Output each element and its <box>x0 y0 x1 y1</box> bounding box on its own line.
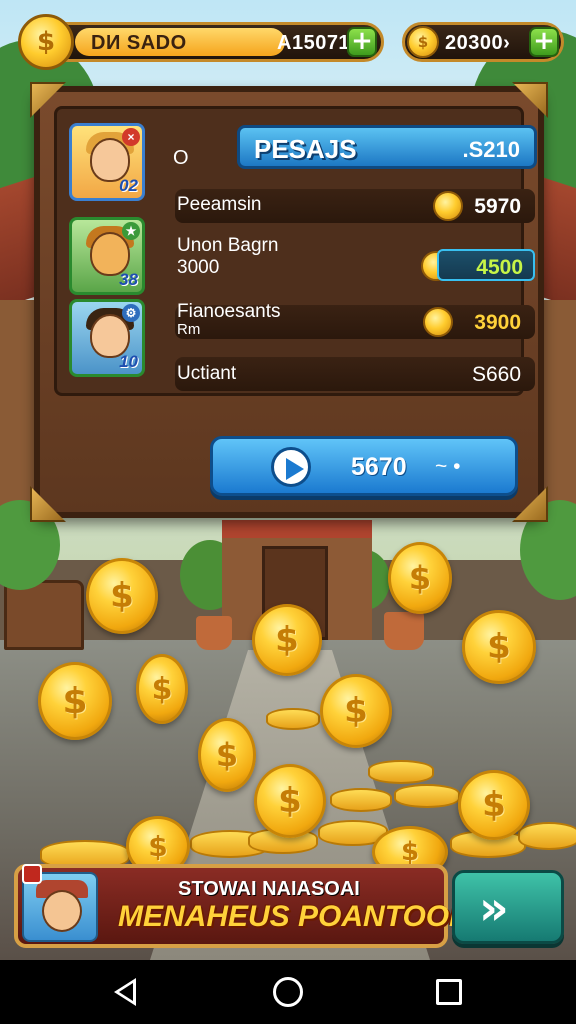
secondary-balance-pill: $ 20300› + <box>402 22 564 62</box>
close-icon: × <box>122 128 140 146</box>
player-score: 5970 <box>474 195 521 218</box>
player-name: Peeamsin <box>177 194 262 215</box>
add-gold-button[interactable]: + <box>347 27 377 57</box>
nav-home-icon[interactable] <box>273 977 303 1007</box>
gear-icon: ⚙ <box>122 304 140 322</box>
falling-coin: $ <box>458 770 530 840</box>
coin-stack <box>368 760 434 784</box>
footer-label: Uctiant <box>177 363 237 384</box>
falling-coin: $ <box>198 718 256 792</box>
footer-row: Uctiant S660 <box>175 357 535 391</box>
footer-value: S660 <box>471 363 521 386</box>
play-icon <box>271 447 311 487</box>
panel-corner <box>30 486 66 522</box>
promo-banner[interactable]: STOWAI NAIASOAI MENAHEUS POANTOOIA!! <box>14 864 499 948</box>
panel-header-tab[interactable]: PESAJS .S210 <box>237 125 537 169</box>
player-row[interactable]: Fianoesants Rm 3900 <box>175 301 535 339</box>
panel-header-value: .S210 <box>462 137 521 162</box>
plus-icon: + <box>351 26 373 56</box>
coin-stack <box>266 708 320 730</box>
nav-recents-icon[interactable] <box>436 979 462 1005</box>
play-button-suffix: ~ • <box>435 455 461 478</box>
banner-subtitle: STOWAI NAIASOAI <box>178 878 360 900</box>
double-chevron-icon: » <box>479 881 508 935</box>
coin-icon <box>433 191 463 221</box>
treasure-chest <box>4 580 84 650</box>
coin-stack <box>330 788 392 812</box>
nav-back-icon[interactable] <box>114 978 136 1006</box>
coin-icon <box>423 307 453 337</box>
player-score: 3900 <box>474 311 521 334</box>
avatar-face <box>42 890 82 932</box>
coin-stack <box>394 784 460 808</box>
avatar-level: 10 <box>119 352 138 371</box>
player-score: 4500 <box>476 256 523 279</box>
falling-coin: $ <box>320 674 392 748</box>
play-button-value: 5670 <box>351 453 407 481</box>
falling-coin: $ <box>462 610 536 684</box>
panel-title: PESAJS <box>254 134 357 164</box>
coin-stack <box>518 822 576 850</box>
avatar-level: 38 <box>119 270 138 289</box>
panel-corner <box>512 486 548 522</box>
header-marker: O <box>173 147 189 169</box>
flower-pot-left <box>196 616 232 650</box>
player-subtext: 3000 <box>177 257 220 278</box>
gold-balance-value: A15071 <box>277 32 351 54</box>
add-secondary-button[interactable]: + <box>529 27 559 57</box>
avatar-level: 02 <box>119 176 138 195</box>
leaderboard-panel: O PESAJS .S210 × 02 Peeamsin 5970 ★ 38 U… <box>30 82 548 522</box>
secondary-balance-value: 20300› <box>445 32 511 54</box>
player-avatar[interactable]: × 02 <box>69 123 145 201</box>
falling-coin: $ <box>86 558 158 634</box>
player-row[interactable]: Peeamsin 5970 <box>175 189 535 223</box>
player-name: Unon Bagrn <box>177 235 279 256</box>
falling-coin: $ <box>254 764 326 838</box>
player-avatar[interactable]: ★ 38 <box>69 217 145 295</box>
notification-badge-icon <box>22 864 42 884</box>
falling-coin: $ <box>252 604 322 676</box>
play-button[interactable]: 5670 ~ • <box>210 436 518 496</box>
gold-label: DИ SADO <box>91 32 187 54</box>
android-nav-bar <box>0 960 576 1024</box>
player-row[interactable]: Unon Bagrn 3000 4500 <box>175 235 535 283</box>
gold-balance-pill: DИ SADO A15071 + <box>46 22 384 62</box>
plus-icon: + <box>533 26 555 56</box>
highlighted-score: 4500 <box>437 249 535 281</box>
falling-coin: $ <box>38 662 112 740</box>
falling-coin: $ <box>388 542 452 614</box>
flower-pot-right <box>384 612 424 650</box>
top-currency-bar: DИ SADO A15071 + $ $ 20300› + <box>18 14 564 70</box>
player-list: O PESAJS .S210 × 02 Peeamsin 5970 ★ 38 U… <box>54 106 537 396</box>
star-icon: ★ <box>122 222 140 240</box>
falling-coin: $ <box>136 654 188 724</box>
banner-title: MENAHEUS POANTOOIA!! <box>118 900 500 933</box>
player-avatar[interactable]: ⚙ 10 <box>69 299 145 377</box>
coin-icon: $ <box>18 14 74 70</box>
next-button[interactable]: » <box>452 870 564 944</box>
player-subtext: Rm <box>177 321 201 338</box>
player-name: Fianoesants <box>177 301 281 322</box>
coin-icon: $ <box>407 26 439 58</box>
